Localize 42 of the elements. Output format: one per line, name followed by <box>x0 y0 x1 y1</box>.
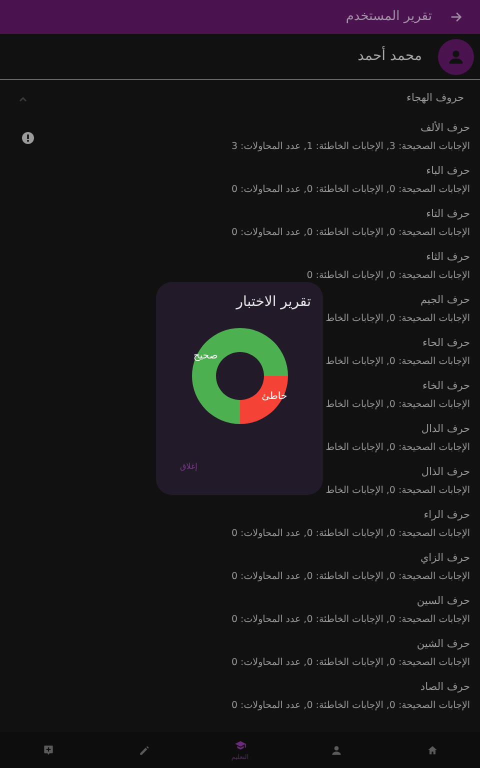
letter-stats: الإجابات الصحيحة: 0, الإجابات الخاط <box>326 312 470 326</box>
letter-title: حرف الباء <box>425 164 470 179</box>
letter-stats: الإجابات الصحيحة: 0, الإجابات الخاطئة: 0, عدد المحاولات: 0 <box>231 698 470 713</box>
letter-title: حرف الثاء <box>425 250 470 265</box>
pencil-icon <box>138 744 150 756</box>
letter-title: حرف الصاد <box>419 680 470 695</box>
letter-title: حرف السين <box>416 594 470 609</box>
letter-stats: الإجابات الصحيحة: 0, الإجابات الخاط <box>326 484 470 498</box>
letter-stats: الإجابات الصحيحة: 0, الإجابات الخاطئة: 0, عدد المحاولات: 0 <box>231 570 470 584</box>
letter-stats: الإجابات الصحيحة: 3, الإجابات الخاطئة: 1, عدد المحاولات: 3 <box>231 140 470 154</box>
letter-title: حرف الخاء <box>421 379 470 394</box>
letter-stats: الإجابات الصحيحة: 0, الإجابات الخاطئة: 0, عدد المحاولات: 0 <box>231 226 470 240</box>
letter-stats: الإجابات الصحيحة: 0, الإجابات الخاطئة: 0, عدد المحاولات: 0 <box>231 612 470 627</box>
letter-title: حرف التاء <box>425 207 470 222</box>
letter-stats: الإجابات الصحيحة: 0, الإجابات الخاط <box>326 440 470 455</box>
letter-title: حرف الذال <box>420 465 470 480</box>
letter-stats: الإجابات الصحيحة: 0, الإجابات الخاطئة: 0, عدد المحاولات: 0 <box>231 526 470 541</box>
comment-add-icon <box>42 744 54 756</box>
user-name: محمد أحمد <box>358 46 422 66</box>
chevron-up-icon <box>18 95 28 103</box>
collapse-button[interactable] <box>18 95 28 103</box>
letter-title: حرف الراء <box>422 508 470 523</box>
avatar-icon <box>438 38 474 74</box>
letter-title: حرف الجيم <box>419 293 470 308</box>
letter-title: حرف الشين <box>416 637 470 652</box>
section-title: حروف الهجاء <box>406 91 464 106</box>
person-icon <box>330 744 342 756</box>
graduation-cap-icon <box>234 739 246 752</box>
close-button[interactable]: إغلاق <box>180 461 198 473</box>
letter-title: حرف الحاء <box>421 336 470 351</box>
letter-stats: الإجابات الصحيحة: 0, الإجابات الخاطئة: 0, عدد المحاولات: 0 <box>231 182 470 197</box>
letter-stats: الإجابات الصحيحة: 0, الإجابات الخاط <box>326 354 470 369</box>
dialog-title: تقرير الاختبار <box>236 293 311 312</box>
letter-stats: الإجابات الصحيحة: 0, الإجابات الخاطئة: 0, عدد المحاولات: 0 <box>231 656 470 670</box>
letter-title: حرف الدال <box>420 422 470 437</box>
screen-title: تقرير المستخدم <box>346 8 432 26</box>
letter-stats: الإجابات الصحيحة: 0, الإجابات الخاطئة: 0 <box>306 268 470 283</box>
home-icon <box>426 744 438 756</box>
letter-title: حرف الألف <box>420 121 470 136</box>
letter-stats: الإجابات الصحيحة: 0, الإجابات الخاط <box>326 398 470 412</box>
arrow-icon <box>449 10 463 24</box>
letter-title: حرف الزاي <box>419 551 470 566</box>
